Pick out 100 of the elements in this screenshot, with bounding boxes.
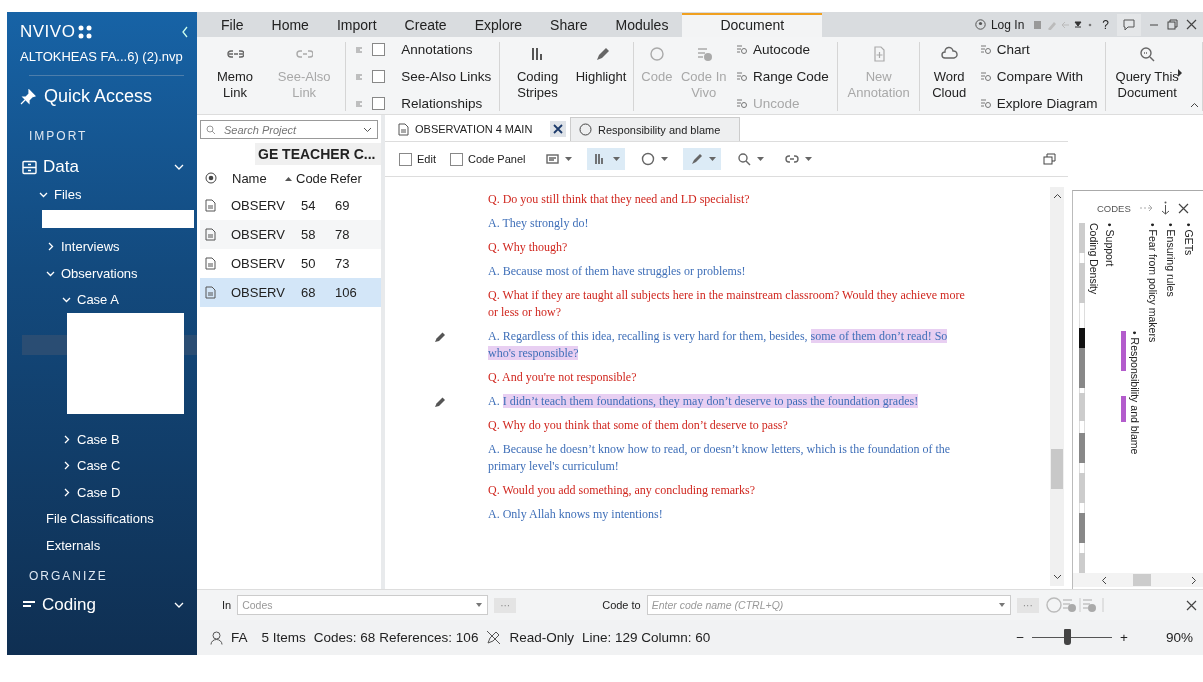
close-icon[interactable]: [550, 121, 566, 137]
tree-item[interactable]: Externals: [7, 532, 197, 559]
data-group-label[interactable]: Data: [43, 157, 79, 177]
table-cell-text: 50: [301, 256, 317, 271]
project-name: ALTOKHEAS FA...6) (2).nvp: [19, 48, 184, 65]
tree-item[interactable]: Case C: [7, 452, 197, 479]
document-icon: [205, 286, 216, 299]
in-label: In: [222, 599, 232, 611]
code-label: • Support: [1103, 223, 1116, 267]
ribbon-button[interactable]: Compare With: [979, 69, 1098, 84]
close-icon[interactable]: [1186, 599, 1197, 611]
file-row[interactable]: OBSERV 54 69: [200, 191, 381, 220]
add-icon[interactable]: [205, 172, 217, 184]
coding-group-label[interactable]: Coding: [42, 594, 96, 615]
scroll-thumb[interactable]: [1133, 574, 1151, 586]
scroll-right-icon[interactable]: [1191, 575, 1197, 585]
toolbar-dropdown-button[interactable]: [683, 148, 722, 170]
caret-icon: [757, 157, 765, 161]
ribbon-tab[interactable]: Modules: [601, 14, 683, 37]
transcript-paragraph: A. They strongly do!: [488, 215, 589, 232]
ribbon-button[interactable]: Coding Stripes: [504, 42, 571, 111]
tree-item[interactable]: Case B: [7, 426, 197, 453]
toolbar-dropdown-button[interactable]: [587, 148, 626, 170]
ribbon-button[interactable]: Query This Document: [1110, 42, 1184, 111]
ribbon-tab[interactable]: Home: [257, 14, 323, 37]
ribbon-tab[interactable]: File: [207, 14, 258, 37]
checkbox[interactable]: [372, 97, 386, 110]
document-icon: [398, 122, 409, 136]
collapse-ribbon-icon[interactable]: [1190, 102, 1199, 108]
collapse-icon[interactable]: [181, 26, 189, 38]
close-icon[interactable]: [1177, 202, 1189, 214]
transcript-paragraph: A. Because he doesn’t know how to read, or doesn’t know letters, which is the foundation of the primary level's curriculum!: [488, 441, 952, 475]
ribbon-tab[interactable]: Create: [390, 14, 461, 37]
scroll-left-icon[interactable]: [1101, 575, 1107, 585]
scrollbar[interactable]: [1050, 187, 1064, 586]
transcript-paragraph: A. Because most of them have struggles or problems!: [488, 263, 746, 280]
zoom-out-button[interactable]: −: [1016, 630, 1025, 645]
small-tool-icon: [354, 71, 365, 82]
chevron-down-icon[interactable]: [174, 164, 184, 170]
ribbon-button[interactable]: Explore Diagram: [979, 96, 1098, 111]
ribbon-button[interactable]: Autocode: [736, 42, 829, 57]
node-tab[interactable]: Responsibility and blame: [570, 117, 740, 141]
caret-icon: [709, 157, 717, 161]
pin-icon: [20, 88, 36, 105]
checkbox-label: See-Also Links: [401, 69, 492, 84]
scroll-thumb[interactable]: [1051, 449, 1063, 489]
ribbon-tab[interactable]: Share: [536, 14, 602, 37]
restore-icon[interactable]: [1167, 19, 1178, 30]
section-heading: ORGANIZE: [28, 567, 109, 585]
ribbon-button[interactable]: Chart: [979, 42, 1098, 57]
scroll-up-icon[interactable]: [1052, 193, 1062, 199]
caret-icon: [661, 157, 669, 161]
transcript-paragraph: Q. Would you add something, any concluding remarks?: [488, 482, 756, 499]
help-button[interactable]: ?: [1102, 17, 1109, 32]
zoom-slider-thumb[interactable]: [1064, 629, 1072, 645]
checkbox[interactable]: [449, 152, 463, 166]
search-box[interactable]: Search Project: [200, 120, 378, 139]
login-link[interactable]: Log In: [990, 17, 1025, 32]
tree-item[interactable]: Interviews: [7, 233, 197, 260]
code-to-label: Code to: [602, 599, 641, 611]
file-row[interactable]: OBSERV 58 78: [200, 220, 381, 249]
chevron-down-icon[interactable]: [174, 601, 184, 608]
checkbox[interactable]: [372, 43, 386, 56]
column-header[interactable]: Name: [232, 170, 285, 186]
checkbox[interactable]: [399, 152, 412, 166]
arrow-down-icon[interactable]: [1160, 201, 1170, 215]
ribbon-button[interactable]: Memo Link: [205, 42, 266, 111]
scroll-right-icon[interactable]: [1177, 69, 1183, 77]
code-label: • Ensuring rules: [1164, 223, 1177, 297]
table-cell-text: OBSERV: [231, 285, 286, 300]
ribbon-tab[interactable]: Import: [322, 14, 391, 37]
zoom-in-button[interactable]: +: [1120, 630, 1128, 645]
user-initials: FA: [231, 630, 248, 645]
checkbox-label: Edit: [417, 153, 436, 165]
ribbon-tab[interactable]: Explore: [460, 14, 537, 37]
ribbon-button[interactable]: Highlight: [572, 42, 630, 111]
column-header[interactable]: Refer: [330, 170, 362, 186]
file-row[interactable]: OBSERV 68 106: [200, 278, 381, 307]
tree-item[interactable]: Case D: [7, 479, 197, 506]
column-header[interactable]: Code: [296, 170, 330, 186]
scrollbar[interactable]: [1073, 573, 1203, 587]
ribbon-button[interactable]: Word Cloud: [924, 42, 974, 111]
table-cell-text: OBSERV: [231, 227, 286, 242]
dropdown-caret-icon: [476, 603, 483, 607]
checkbox[interactable]: [372, 70, 386, 83]
tree-item[interactable]: Observations: [7, 260, 197, 287]
file-row[interactable]: OBSERV 50 73: [200, 249, 381, 278]
table-cell-text: 54: [301, 198, 317, 213]
close-icon[interactable]: [1186, 19, 1197, 30]
transcript-paragraph: A. Regardless of this idea, recalling is very hard for them, besides, some of them don’t read! So who's responsible?: [488, 328, 949, 362]
scroll-down-icon[interactable]: [1052, 574, 1062, 580]
tree-item[interactable]: Case A: [7, 286, 197, 313]
pop-out-icon[interactable]: [1043, 153, 1056, 165]
tree-item[interactable]: Files: [7, 181, 197, 208]
code-name-combo-box[interactable]: Enter code name (CTRL+Q): [646, 595, 1011, 615]
ribbon-button[interactable]: Range Code: [736, 69, 829, 84]
quick-access-item[interactable]: Quick Access: [7, 86, 197, 107]
codes-combo-box[interactable]: Codes: [237, 595, 489, 615]
ribbon-tab[interactable]: Document: [682, 13, 823, 37]
tree-item[interactable]: File Classifications: [7, 505, 197, 532]
